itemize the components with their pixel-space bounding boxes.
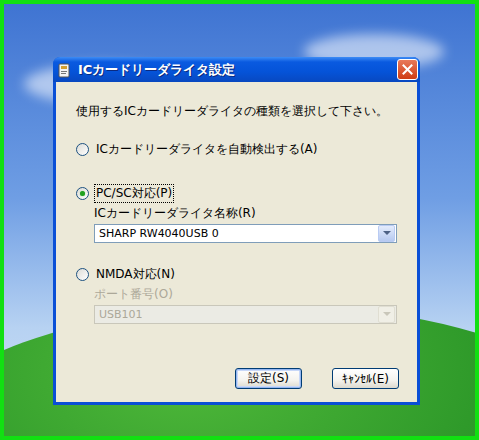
instruction-text: 使用するICカードリーダライタの種類を選択して下さい。 bbox=[76, 103, 403, 120]
dropdown-button bbox=[378, 306, 395, 323]
radio-dot bbox=[80, 191, 85, 196]
button-row: 設定(S) ｷｬﾝｾﾙ(E) bbox=[76, 368, 403, 389]
desktop: ICカードリーダライタ設定使用するICカードリーダライタの種類を選択して下さい。… bbox=[0, 0, 479, 440]
radio-button[interactable] bbox=[76, 187, 89, 200]
dropdown: USB101 bbox=[94, 305, 397, 324]
radio-option: ICカードリーダライタを自動検出する(A) bbox=[76, 140, 403, 159]
close-icon bbox=[402, 64, 413, 75]
radio-button[interactable] bbox=[76, 268, 89, 281]
radio-label[interactable]: ICカードリーダライタを自動検出する(A) bbox=[94, 140, 320, 159]
field-label: ICカードリーダライタ名称(R) bbox=[94, 205, 403, 222]
card-icon bbox=[57, 62, 73, 78]
radio-row[interactable]: PC/SC対応(P) bbox=[76, 184, 403, 203]
dropdown-arrow-icon bbox=[383, 312, 391, 317]
radio-option: PC/SC対応(P) ICカードリーダライタ名称(R) SHARP RW4040US… bbox=[76, 184, 403, 243]
radio-row[interactable]: ICカードリーダライタを自動検出する(A) bbox=[76, 140, 403, 159]
dropdown-value: SHARP RW4040USB 0 bbox=[95, 227, 378, 240]
dropdown-button[interactable] bbox=[378, 225, 395, 242]
window-title: ICカードリーダライタ設定 bbox=[78, 61, 392, 79]
dialog-button[interactable]: 設定(S) bbox=[235, 368, 302, 389]
field-group: ポート番号(O) USB101 bbox=[76, 286, 403, 324]
spacer bbox=[76, 324, 403, 368]
radio-row[interactable]: NMDA対応(N) bbox=[76, 265, 403, 284]
dropdown-value: USB101 bbox=[95, 308, 378, 321]
title-bar[interactable]: ICカードリーダライタ設定 bbox=[53, 57, 420, 82]
radio-label[interactable]: NMDA対応(N) bbox=[94, 265, 177, 284]
radio-option: NMDA対応(N) ポート番号(O) USB101 bbox=[76, 265, 403, 324]
dropdown-arrow-icon bbox=[383, 231, 391, 236]
dropdown[interactable]: SHARP RW4040USB 0 bbox=[94, 224, 397, 243]
radio-button[interactable] bbox=[76, 143, 89, 156]
field-group: ICカードリーダライタ名称(R) SHARP RW4040USB 0 bbox=[76, 205, 403, 243]
field-label: ポート番号(O) bbox=[94, 286, 403, 303]
dialog-body: 使用するICカードリーダライタの種類を選択して下さい。 ICカードリーダライタを自… bbox=[56, 82, 417, 402]
dialog-window: ICカードリーダライタ設定使用するICカードリーダライタの種類を選択して下さい。… bbox=[53, 57, 420, 405]
radio-label[interactable]: PC/SC対応(P) bbox=[94, 184, 174, 203]
close-button[interactable] bbox=[397, 59, 418, 80]
dialog-button[interactable]: ｷｬﾝｾﾙ(E) bbox=[332, 368, 399, 389]
